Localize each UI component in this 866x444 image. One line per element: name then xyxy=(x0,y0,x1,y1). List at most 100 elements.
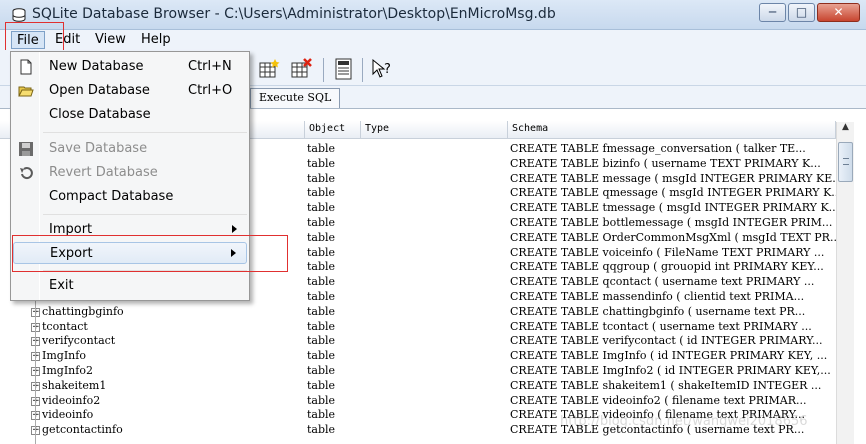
row-object: table xyxy=(307,171,336,185)
maximize-icon: □ xyxy=(795,5,808,19)
toolbar-separator xyxy=(362,58,363,82)
row-object: table xyxy=(307,156,336,170)
row-object: table xyxy=(307,290,336,303)
whats-this-help-icon[interactable]: ? xyxy=(371,58,393,80)
table-row[interactable]: +shakeitem1tableCREATE TABLE shakeitem1 … xyxy=(0,379,836,394)
row-object: table xyxy=(307,334,336,348)
menu-item-exit[interactable]: Exit xyxy=(13,275,247,297)
row-schema: CREATE TABLE massendinfo ( clientid text… xyxy=(510,290,805,303)
revert-arrow-icon xyxy=(20,167,33,180)
log-icon[interactable] xyxy=(333,58,355,80)
row-object: table xyxy=(307,408,336,422)
menu-separator xyxy=(43,214,247,215)
row-name: videoinfo xyxy=(42,408,94,422)
row-schema: CREATE TABLE bizinfo ( username TEXT PRI… xyxy=(510,156,821,170)
open-folder-icon xyxy=(18,86,34,97)
row-schema: CREATE TABLE tmessage ( msgId INTEGER PR… xyxy=(510,201,840,215)
table-row[interactable]: +ImgInfo2tableCREATE TABLE ImgInfo2 ( id… xyxy=(0,364,836,379)
table-row[interactable]: +verifycontacttableCREATE TABLE verifyco… xyxy=(0,334,836,349)
row-name: chattingbginfo xyxy=(42,304,124,318)
row-name: tcontact xyxy=(42,319,88,333)
submenu-arrow-icon xyxy=(232,225,237,233)
row-name: getcontactinfo xyxy=(42,423,123,437)
menu-view[interactable]: View xyxy=(90,31,131,49)
minimize-icon: ─ xyxy=(768,5,777,19)
row-schema: CREATE TABLE voiceinfo ( FileName TEXT P… xyxy=(510,245,825,259)
tab-execute-sql[interactable]: Execute SQL xyxy=(250,88,341,108)
close-icon: ✕ xyxy=(833,5,844,19)
svg-text:?: ? xyxy=(384,62,391,77)
vertical-scrollbar[interactable]: ▲ xyxy=(836,122,854,444)
row-object: table xyxy=(307,201,336,215)
row-schema: CREATE TABLE tcontact ( username text PR… xyxy=(510,319,812,333)
table-row[interactable]: +tcontacttableCREATE TABLE tcontact ( us… xyxy=(0,320,836,335)
row-object: table xyxy=(307,393,336,407)
row-object: table xyxy=(307,230,336,244)
window-title: SQLite Database Browser - C:\Users\Admin… xyxy=(32,6,556,22)
row-object: table xyxy=(307,142,336,155)
column-header-object[interactable]: Object xyxy=(305,121,361,139)
row-schema: CREATE TABLE videoinfo2 ( filename text … xyxy=(510,393,807,407)
export-annotation xyxy=(12,235,288,272)
row-name: videoinfo2 xyxy=(42,393,101,407)
row-schema: CREATE TABLE qmessage ( msgId INTEGER PR… xyxy=(510,186,842,200)
row-schema: CREATE TABLE shakeitem1 ( shakeItemID IN… xyxy=(510,378,822,392)
minimize-button[interactable]: ─ xyxy=(759,3,786,22)
title-bar: SQLite Database Browser - C:\Users\Admin… xyxy=(0,0,866,30)
row-object: table xyxy=(307,275,336,289)
menu-item-label: Exit xyxy=(49,278,74,293)
close-button[interactable]: ✕ xyxy=(817,3,860,22)
row-schema: CREATE TABLE message ( msgId INTEGER PRI… xyxy=(510,171,843,185)
menu-item-shortcut: Ctrl+O xyxy=(188,83,233,98)
menu-help[interactable]: Help xyxy=(136,31,176,49)
create-table-icon[interactable] xyxy=(258,58,280,80)
row-object: table xyxy=(307,245,336,259)
row-object: table xyxy=(307,364,336,377)
row-schema: CREATE TABLE verifycontact ( id INTEGER … xyxy=(510,334,823,348)
menu-item-label: Revert Database xyxy=(49,165,158,180)
maximize-button[interactable]: □ xyxy=(788,3,815,22)
scrollbar-thumb[interactable] xyxy=(838,142,853,182)
row-object: table xyxy=(307,423,336,437)
row-object: table xyxy=(307,186,336,200)
row-object: table xyxy=(307,216,336,229)
row-schema: CREATE TABLE qqgroup ( grouopid int PRIM… xyxy=(510,260,824,274)
menu-item-save-database[interactable]: Save Database xyxy=(13,138,247,160)
menu-item-label: Open Database xyxy=(49,83,150,98)
scroll-up-icon[interactable]: ▲ xyxy=(837,122,854,139)
row-schema: CREATE TABLE ImgInfo2 ( id INTEGER PRIMA… xyxy=(510,364,831,377)
row-schema: CREATE TABLE fmessage_conversation ( tal… xyxy=(510,142,806,155)
row-name: ImgInfo2 xyxy=(42,364,93,377)
table-row[interactable]: +ImgInfotableCREATE TABLE ImgInfo ( id I… xyxy=(0,349,836,364)
menu-item-revert-database[interactable]: Revert Database xyxy=(13,162,247,184)
column-header-schema[interactable]: Schema xyxy=(508,121,836,139)
row-schema: CREATE TABLE bottlemessage ( msgId INTEG… xyxy=(510,216,833,229)
save-disk-icon xyxy=(19,142,33,156)
row-name: ImgInfo xyxy=(42,349,86,363)
row-object: table xyxy=(307,378,336,392)
menu-item-label: New Database xyxy=(49,59,144,74)
row-schema: CREATE TABLE ImgInfo ( id INTEGER PRIMAR… xyxy=(510,349,828,363)
row-schema: CREATE TABLE qcontact ( username text PR… xyxy=(510,275,815,289)
table-row[interactable]: +chattingbginfotableCREATE TABLE chattin… xyxy=(0,305,836,320)
menu-item-close-database[interactable]: Close Database xyxy=(13,104,247,126)
row-name: verifycontact xyxy=(42,334,116,348)
menu-item-new-database[interactable]: New Database Ctrl+N xyxy=(13,56,247,78)
database-icon xyxy=(12,8,26,22)
column-header-type[interactable]: Type xyxy=(361,121,508,139)
table-row[interactable]: +videoinfo2tableCREATE TABLE videoinfo2 … xyxy=(0,394,836,409)
menu-separator xyxy=(43,132,247,133)
menu-bar: File Edit View Help xyxy=(0,30,866,50)
row-object: table xyxy=(307,260,336,274)
menu-item-label: Save Database xyxy=(49,141,148,156)
row-schema: CREATE TABLE OrderCommonMsgXml ( msgId T… xyxy=(510,230,841,244)
menu-item-compact-database[interactable]: Compact Database xyxy=(13,186,247,208)
grip-icon xyxy=(843,158,849,165)
menu-item-label: Close Database xyxy=(49,107,151,122)
row-object: table xyxy=(307,349,336,363)
menu-item-label: Compact Database xyxy=(49,189,174,204)
menu-item-open-database[interactable]: Open Database Ctrl+O xyxy=(13,80,247,102)
toolbar-separator xyxy=(323,58,324,82)
delete-table-icon[interactable] xyxy=(290,58,312,80)
row-name: shakeitem1 xyxy=(42,378,107,392)
